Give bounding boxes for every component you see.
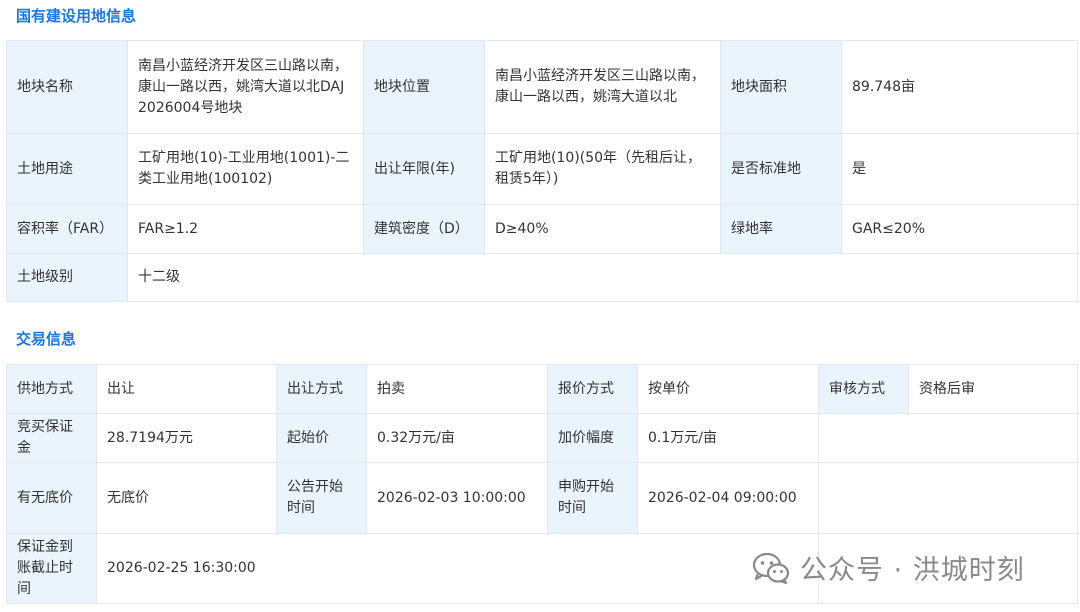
- label-green-ratio: 绿地率: [720, 204, 842, 254]
- value-increment: 0.1万元/亩: [637, 413, 819, 463]
- value-supply-method: 出让: [96, 364, 277, 414]
- value-standard-land: 是: [841, 133, 1078, 205]
- label-land-grade: 土地级别: [6, 253, 128, 302]
- label-parcel-location: 地块位置: [363, 40, 485, 134]
- value-land-grade: 十二级: [127, 253, 1078, 302]
- table-row: 容积率（FAR） FAR≥1.2 建筑密度（D） D≥40% 绿地率 GAR≤2…: [6, 204, 1078, 254]
- value-building-density: D≥40%: [484, 204, 721, 254]
- section-title-trade-info: 交易信息: [16, 330, 77, 348]
- land-info-table: 地块名称 南昌小蓝经济开发区三山路以南，康山一路以西，姚湾大道以北DAJ2026…: [6, 40, 1078, 302]
- label-review-method: 审核方式: [818, 364, 909, 414]
- value-deposit-deadline: 2026-02-25 16:30:00: [96, 533, 819, 604]
- label-quote-method: 报价方式: [547, 364, 638, 414]
- table-row: 土地级别 十二级: [6, 253, 1078, 302]
- value-review-method: 资格后审: [908, 364, 1078, 414]
- value-transfer-method: 拍卖: [366, 364, 548, 414]
- empty-cell: [818, 413, 1078, 463]
- label-increment: 加价幅度: [547, 413, 638, 463]
- value-notice-start-time: 2026-02-03 10:00:00: [366, 462, 548, 534]
- value-parcel-name: 南昌小蓝经济开发区三山路以南，康山一路以西，姚湾大道以北DAJ2026004号地…: [127, 40, 364, 134]
- label-parcel-name: 地块名称: [6, 40, 128, 134]
- value-starting-price: 0.32万元/亩: [366, 413, 548, 463]
- value-parcel-area: 89.748亩: [841, 40, 1078, 134]
- table-row: 有无底价 无底价 公告开始时间 2026-02-03 10:00:00 申购开始…: [6, 462, 1078, 534]
- table-row: 供地方式 出让 出让方式 拍卖 报价方式 按单价 审核方式 资格后审: [6, 364, 1078, 414]
- value-land-use: 工矿用地(10)-工业用地(1001)-二类工业用地(100102): [127, 133, 364, 205]
- label-supply-method: 供地方式: [6, 364, 97, 414]
- table-row: 竞买保证金 28.7194万元 起始价 0.32万元/亩 加价幅度 0.1万元/…: [6, 413, 1078, 463]
- table-row: 土地用途 工矿用地(10)-工业用地(1001)-二类工业用地(100102) …: [6, 133, 1078, 205]
- value-green-ratio: GAR≤20%: [841, 204, 1078, 254]
- watermark: 公众号 · 洪城时刻: [752, 548, 1025, 587]
- label-deposit: 竞买保证金: [6, 413, 97, 463]
- label-transfer-term: 出让年限(年): [363, 133, 485, 205]
- label-land-use: 土地用途: [6, 133, 128, 205]
- value-deposit: 28.7194万元: [96, 413, 277, 463]
- wechat-icon: [752, 552, 790, 584]
- section-title-land-info: 国有建设用地信息: [16, 7, 137, 25]
- value-quote-method: 按单价: [637, 364, 819, 414]
- label-far: 容积率（FAR）: [6, 204, 128, 254]
- label-reserve-price: 有无底价: [6, 462, 97, 534]
- empty-cell: [818, 462, 1078, 534]
- watermark-text: 公众号 · 洪城时刻: [800, 555, 1025, 586]
- table-row: 地块名称 南昌小蓝经济开发区三山路以南，康山一路以西，姚湾大道以北DAJ2026…: [6, 40, 1078, 134]
- value-apply-start-time: 2026-02-04 09:00:00: [637, 462, 819, 534]
- label-transfer-method: 出让方式: [276, 364, 367, 414]
- label-parcel-area: 地块面积: [720, 40, 842, 134]
- label-standard-land: 是否标准地: [720, 133, 842, 205]
- value-transfer-term: 工矿用地(10)(50年（先租后让，租赁5年）): [484, 133, 721, 205]
- label-deposit-deadline: 保证金到账截止时间: [6, 533, 97, 604]
- value-parcel-location: 南昌小蓝经济开发区三山路以南，康山一路以西，姚湾大道以北: [484, 40, 721, 134]
- label-building-density: 建筑密度（D）: [363, 204, 485, 254]
- label-notice-start-time: 公告开始时间: [276, 462, 367, 534]
- value-reserve-price: 无底价: [96, 462, 277, 534]
- value-far: FAR≥1.2: [127, 204, 364, 254]
- label-starting-price: 起始价: [276, 413, 367, 463]
- label-apply-start-time: 申购开始时间: [547, 462, 638, 534]
